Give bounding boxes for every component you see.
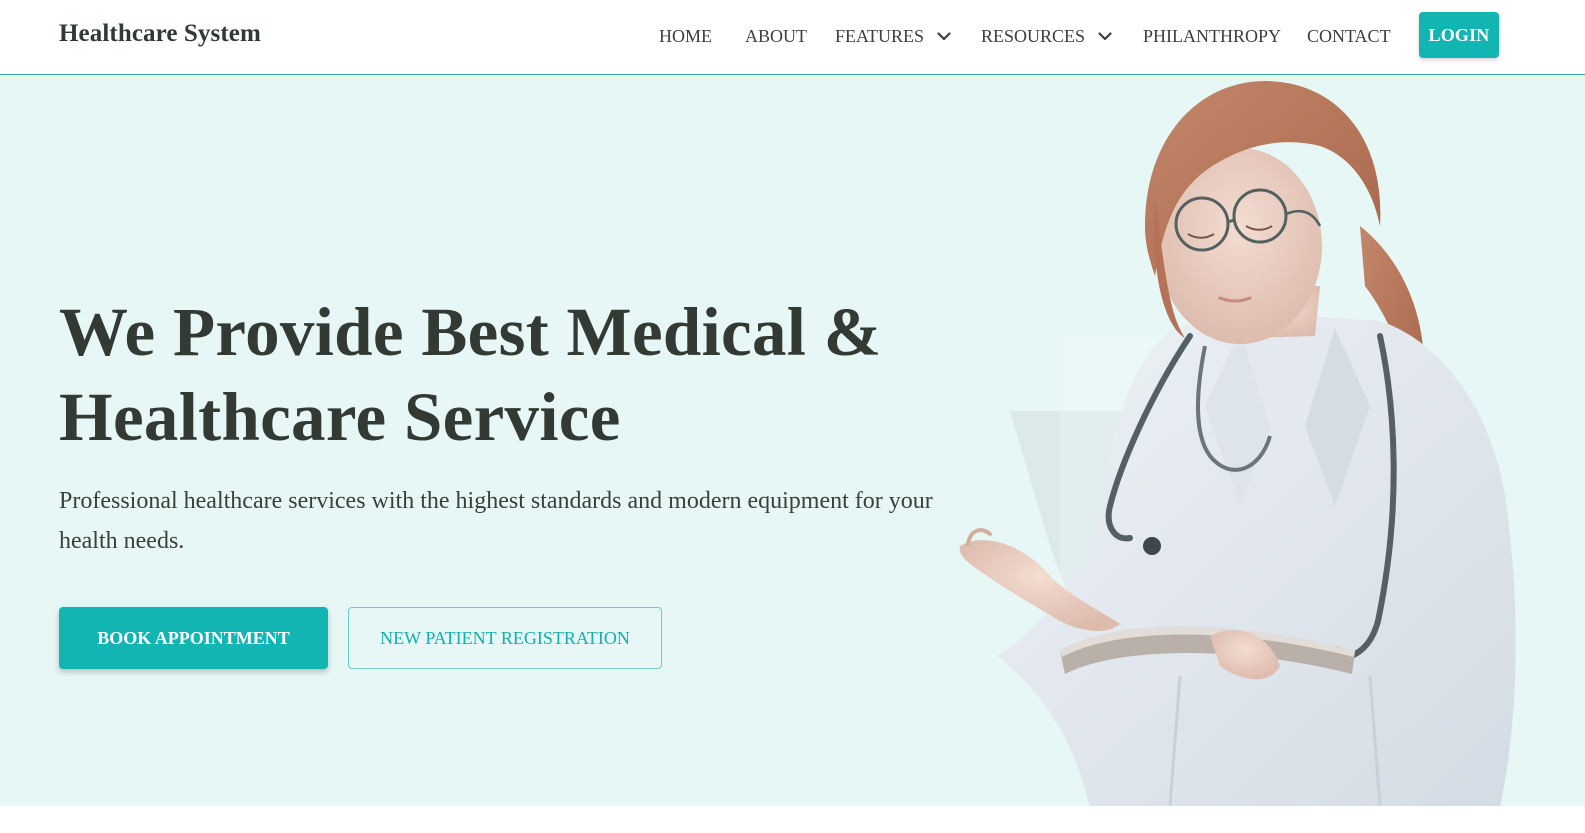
hero-title: We Provide Best Medical & Healthcare Ser… bbox=[59, 290, 959, 460]
nav-home[interactable]: HOME bbox=[659, 25, 712, 47]
book-appointment-button[interactable]: BOOK APPOINTMENT bbox=[59, 607, 328, 669]
new-patient-registration-button[interactable]: NEW PATIENT REGISTRATION bbox=[348, 607, 662, 669]
hero-subtitle: Professional healthcare services with th… bbox=[59, 488, 933, 554]
hero-title-line2: Healthcare Service bbox=[59, 379, 621, 455]
chevron-down-icon[interactable] bbox=[936, 25, 952, 47]
nav-about[interactable]: ABOUT bbox=[745, 25, 807, 47]
nav-contact[interactable]: CONTACT bbox=[1307, 25, 1391, 47]
site-header: Healthcare System HOME ABOUT FEATURES RE… bbox=[0, 0, 1585, 75]
hero-section: We Provide Best Medical & Healthcare Ser… bbox=[0, 76, 1585, 806]
brand-logo-text[interactable]: Healthcare System bbox=[59, 20, 261, 48]
page-bottom-strip bbox=[0, 806, 1585, 833]
login-button[interactable]: LOGIN bbox=[1419, 12, 1499, 58]
nav-philanthropy[interactable]: PHILANTHROPY bbox=[1143, 25, 1281, 47]
chevron-down-icon[interactable] bbox=[1097, 25, 1113, 47]
doctor-illustration bbox=[959, 81, 1516, 806]
nav-resources[interactable]: RESOURCES bbox=[981, 25, 1085, 47]
hero-title-line1: We Provide Best Medical & bbox=[59, 294, 882, 370]
nav-features[interactable]: FEATURES bbox=[835, 25, 924, 47]
